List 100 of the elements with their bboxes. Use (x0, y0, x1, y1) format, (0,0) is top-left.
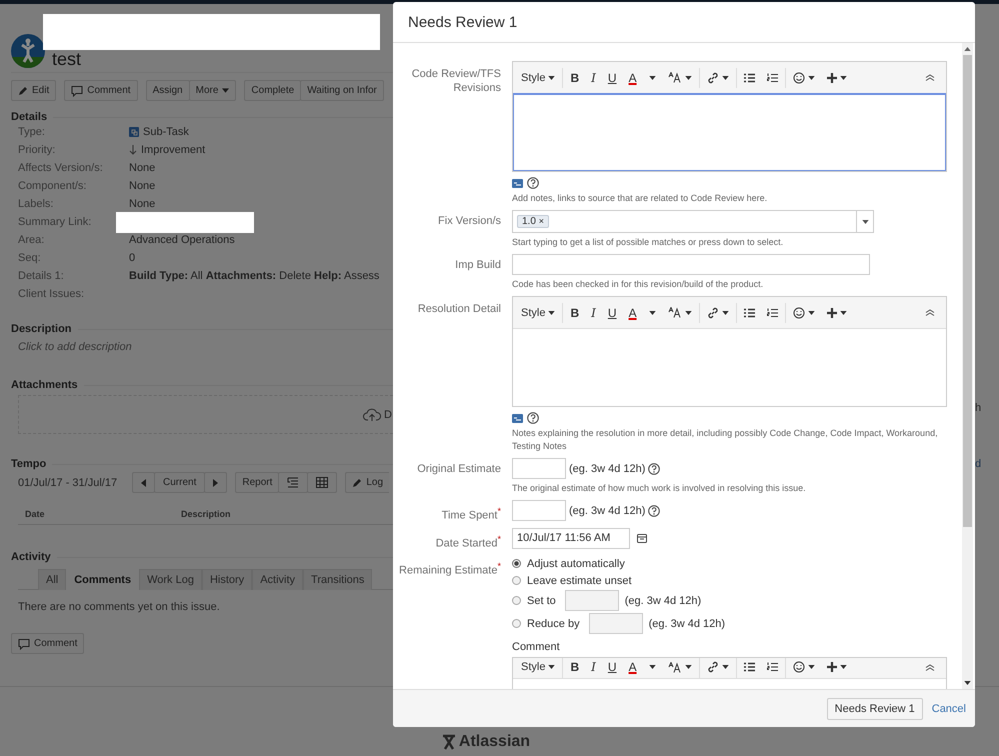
caret-icon (722, 310, 729, 314)
field-value: 0 (129, 252, 136, 264)
help-icon[interactable] (527, 412, 539, 424)
section-heading: Details (11, 111, 48, 123)
format-button[interactable]: B (565, 658, 584, 676)
help-icon[interactable] (527, 177, 539, 189)
format-button[interactable]: I (586, 66, 601, 90)
section-heading: Activity (11, 551, 51, 563)
help-icon[interactable] (648, 462, 660, 474)
link-icon (706, 72, 719, 84)
format-button[interactable]: B (565, 300, 584, 324)
comment-icon (18, 638, 30, 650)
version-select[interactable]: 1.0 × (512, 210, 874, 233)
required-mark: * (497, 534, 501, 544)
cancel-link[interactable]: Cancel (932, 702, 966, 714)
input-field[interactable] (512, 458, 566, 479)
attachment-drop-zone[interactable]: D (18, 395, 393, 434)
section-heading: Attachments (11, 379, 78, 391)
help-icon[interactable] (648, 504, 660, 516)
format-button[interactable]: U (602, 66, 622, 90)
scroll-down-icon[interactable] (964, 681, 971, 685)
format-button[interactable]: I (586, 658, 601, 676)
list-view-button[interactable] (278, 472, 308, 493)
radio-button[interactable] (512, 619, 521, 628)
input-field[interactable] (512, 254, 870, 275)
action-button[interactable]: More (188, 80, 236, 101)
scroll-up-icon[interactable] (964, 47, 971, 51)
report-button[interactable]: Report (235, 472, 280, 493)
wiki-markup-icon[interactable] (512, 178, 523, 188)
format-button[interactable]: A (624, 66, 642, 90)
double-chevron-up-icon (925, 74, 935, 81)
input-field[interactable] (564, 590, 619, 612)
input-field[interactable] (588, 613, 643, 634)
dialog-title: Needs Review 1 (408, 14, 518, 30)
issue-title: test (52, 49, 82, 70)
submit-button[interactable]: Needs Review 1 (826, 698, 923, 720)
caret-icon[interactable] (862, 220, 868, 224)
style-dropdown[interactable]: Style (516, 300, 560, 324)
calendar-icon[interactable] (637, 533, 647, 544)
grid-view-button[interactable] (307, 472, 338, 493)
text-size-icon (668, 662, 682, 673)
log-work-button[interactable]: Log (345, 472, 390, 493)
next-button[interactable] (204, 472, 228, 493)
logo-icon (440, 734, 457, 750)
field-label: Component/s: (18, 180, 88, 192)
action-button[interactable]: Comment (64, 80, 138, 101)
smiley-icon (792, 661, 805, 674)
caret-icon (648, 76, 656, 80)
scrollbar[interactable] (962, 43, 973, 689)
action-button[interactable]: Edit (11, 80, 56, 101)
input-field[interactable] (512, 500, 566, 521)
action-button[interactable]: Assign (146, 80, 190, 101)
field-value: None (129, 180, 156, 192)
field-label: Priority: (18, 144, 56, 156)
radio-button[interactable] (512, 596, 521, 606)
previous-icon (141, 478, 146, 486)
plus-icon (826, 72, 837, 82)
action-button[interactable]: Waiting on Infor (300, 80, 384, 101)
field-label: Remaining Estimate$^{*}$ (398, 560, 501, 579)
caret-icon (808, 310, 815, 314)
caret-icon (840, 665, 847, 670)
partial-text: h (975, 402, 982, 414)
caret-icon (684, 310, 692, 314)
radio-label: Reduce by (527, 618, 580, 630)
period-button[interactable]: Current (154, 472, 206, 493)
text-size-icon (668, 72, 682, 83)
help-text: Code has been checked in for this revision/build of the product. (512, 278, 764, 291)
help-text: Start typing to get a list of possible matches or press down to select. (512, 236, 784, 249)
format-button[interactable]: A (624, 658, 642, 676)
style-dropdown[interactable]: Style (516, 658, 560, 676)
field-label: Affects Version/s: (18, 162, 104, 174)
format-button[interactable]: I (586, 300, 601, 324)
radio-button[interactable] (512, 576, 521, 586)
field-label: Resolution Detail (416, 302, 501, 317)
comment-button[interactable]: Comment (11, 633, 84, 654)
field-label: Type: (18, 126, 46, 138)
field-value: None (129, 198, 156, 210)
smiley-icon (792, 72, 805, 84)
field-label: Date Started$^{*}$ (434, 532, 501, 550)
format-button[interactable]: U (602, 658, 622, 676)
format-button[interactable]: B (565, 66, 584, 90)
plus-icon (826, 662, 837, 672)
remove-tag-button[interactable]: × (538, 216, 544, 226)
caret-icon (684, 665, 692, 670)
example-text: (eg. 3w 4d 12h) (569, 504, 646, 516)
numbered-list-icon (766, 662, 778, 672)
wiki-markup-icon[interactable] (512, 414, 523, 422)
radio-button[interactable] (512, 559, 521, 568)
action-button[interactable]: Complete (244, 80, 302, 101)
version-tag: 1.0 × (517, 215, 549, 228)
field-value: Improvement (141, 144, 206, 156)
field-label: Area: (18, 234, 46, 246)
field-label: Fix Version/s (437, 214, 501, 229)
format-button[interactable]: A (624, 300, 642, 324)
field-label: Summary Link: (18, 216, 92, 228)
format-button[interactable]: U (602, 300, 622, 324)
style-dropdown[interactable]: Style (516, 66, 560, 90)
radio-label: Leave estimate unset (527, 574, 632, 587)
previous-button[interactable] (132, 472, 155, 493)
date-field[interactable]: 10/Jul/17 11:56 AM (512, 528, 630, 549)
